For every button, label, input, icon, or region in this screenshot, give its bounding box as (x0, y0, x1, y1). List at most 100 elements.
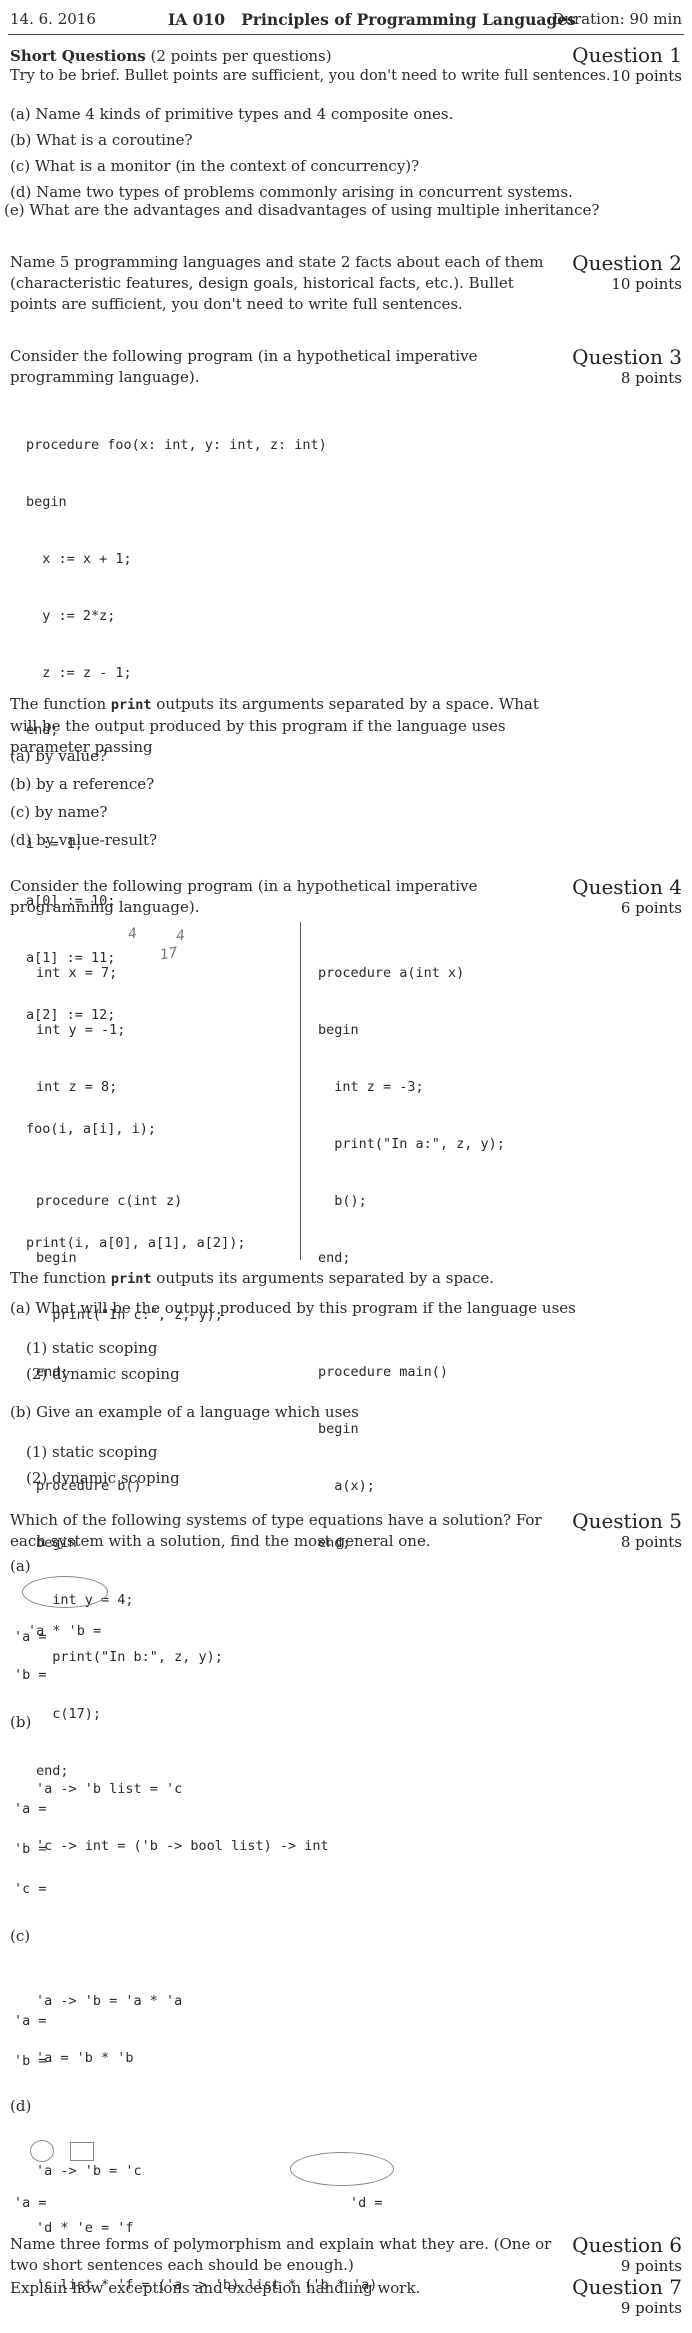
equation-line: 'a -> 'b = 'a * 'a (36, 1993, 183, 2009)
q1-title: Question 1 (572, 43, 682, 67)
q3-intro: Consider the following program (in a hyp… (10, 347, 478, 386)
code-line: procedure foo(x: int, y: int, z: int) (26, 437, 327, 453)
q4-after-post: outputs its arguments separated by a spa… (151, 1269, 495, 1287)
q5-b-equations: 'a -> 'b list = 'c 'c -> int = ('b -> bo… (36, 1742, 329, 1894)
pen-box-mark (70, 2142, 94, 2161)
pen-circle-mark (30, 2140, 54, 2162)
code-line: begin (318, 1421, 359, 1437)
q4-intro: Consider the following program (in a hyp… (10, 877, 478, 916)
q5-c-equations: 'a -> 'b = 'a * 'a 'a = 'b * 'b (36, 1954, 182, 2106)
q4-part-a-item-1: (1) static scoping (26, 1339, 158, 1357)
code-line: print("In a:", z, y); (318, 1136, 505, 1152)
q5-c-answer-b: 'b = (14, 2053, 47, 2069)
q4-heading: Question 4 6 points (572, 876, 682, 918)
q1-instructions: Try to be brief. Bullet points are suffi… (10, 68, 611, 84)
handwritten-note: 17 (158, 944, 180, 964)
q5-b-answer-b: 'b = (14, 1841, 47, 1857)
q5-a-answer-b: 'b = (14, 1667, 47, 1683)
q4-print-keyword: print (110, 1271, 152, 1287)
code-line: z := z - 1; (26, 665, 132, 681)
code-line: procedure main() (318, 1364, 449, 1380)
q6-title: Question 6 (572, 2233, 682, 2257)
code-line: x := x + 1; (26, 551, 132, 567)
q5-c-answer-a: 'a = (14, 2013, 47, 2029)
pen-circle-mark (290, 2152, 394, 2186)
q2-points: 10 points (611, 275, 682, 293)
q3-item-a: (a) by value? (10, 747, 108, 765)
code-line: y := 2*z; (26, 608, 116, 624)
q4-after-text: The function print outputs its arguments… (10, 1268, 565, 1290)
q1-section-heading: Short Questions (2 points per questions) (10, 46, 332, 66)
header-rule (8, 34, 684, 35)
q2-text: Name 5 programming languages and state 2… (10, 253, 544, 313)
q3-after-pre: The function (10, 695, 111, 713)
q5-a-label: (a) (10, 1557, 31, 1575)
exam-date: 14. 6. 2016 (10, 10, 96, 28)
q4-points: 6 points (620, 899, 682, 917)
q5-b-label: (b) (10, 1713, 32, 1731)
q5-title: Question 5 (572, 1509, 682, 1533)
code-column-divider (300, 922, 301, 1260)
q4-part-b-item-1: (1) static scoping (26, 1443, 158, 1461)
code-line: b(); (318, 1193, 367, 1209)
equation-line: 'a = 'b * 'b (36, 2050, 134, 2066)
q1-heading-rest: (2 points per questions) (145, 47, 332, 65)
q1-item-d: (d) Name two types of problems commonly … (10, 183, 573, 201)
q5-c-label: (c) (10, 1927, 31, 1945)
exam-header: 14. 6. 2016 IA 010 Principles of Program… (10, 10, 682, 32)
equation-line: 'a -> 'b list = 'c (36, 1781, 183, 1797)
handwritten-note: 4 (175, 927, 186, 945)
code-line: int y = -1; (36, 1022, 126, 1038)
code-line: begin (318, 1022, 359, 1038)
q2-heading: Question 2 10 points (572, 252, 682, 294)
q5-b-answer-a: 'a = (14, 1801, 47, 1817)
q5-a-answer-a: 'a = (14, 1629, 47, 1645)
code-line: end; (318, 1250, 351, 1266)
code-line: begin (26, 494, 67, 510)
q4-part-a: (a) What will be the output produced by … (10, 1299, 576, 1317)
q3-item-c: (c) by name? (10, 803, 108, 821)
q7-text: Explain how exceptions and exception han… (10, 2279, 421, 2297)
exam-page: 14. 6. 2016 IA 010 Principles of Program… (0, 0, 692, 2320)
q3-points: 8 points (620, 369, 682, 387)
q5-heading: Question 5 8 points (572, 1510, 682, 1552)
equation-line: 'c -> int = ('b -> bool list) -> int (36, 1838, 329, 1854)
q5-d-answer-d: 'd = (350, 2195, 383, 2211)
code-line: a(x); (318, 1478, 375, 1494)
q3-print-keyword: print (110, 697, 152, 713)
code-line: c(17); (36, 1706, 102, 1722)
q5-intro: Which of the following systems of type e… (10, 1511, 542, 1550)
q6-text: Name three forms of polymorphism and exp… (10, 2235, 552, 2274)
q5-b-answer-c: 'c = (14, 1881, 47, 1897)
code-line: int x = 7; (36, 965, 118, 981)
q1-item-b: (b) What is a coroutine? (10, 131, 193, 149)
course-title: IA 010 Principles of Programming Languag… (168, 10, 576, 29)
q6-heading: Question 6 9 points (572, 2234, 682, 2276)
q2-title: Question 2 (572, 251, 682, 275)
q4-code-right: procedure a(int x) begin int z = -3; pri… (318, 926, 505, 1591)
q7-title: Question 7 (572, 2275, 682, 2299)
q4-title: Question 4 (572, 875, 682, 899)
q3-item-b: (b) by a reference? (10, 775, 155, 793)
q3-title: Question 3 (572, 345, 682, 369)
q4-part-b-item-2: (2) dynamic scoping (26, 1469, 180, 1487)
q1-heading-bold: Short Questions (10, 47, 146, 65)
q5-points: 8 points (620, 1533, 682, 1551)
exam-duration: Duration: 90 min (552, 10, 682, 28)
q4-part-b: (b) Give an example of a language which … (10, 1403, 359, 1421)
pen-circle-mark (22, 1576, 108, 1608)
q5-d-label: (d) (10, 2097, 32, 2115)
q1-item-c: (c) What is a monitor (in the context of… (10, 157, 420, 175)
code-line: begin (36, 1250, 77, 1266)
q3-item-d: (d) by value-result? (10, 831, 158, 849)
q5-d-answer-a: 'a = (14, 2195, 47, 2211)
code-line: procedure a(int x) (318, 965, 465, 981)
q3-heading: Question 3 8 points (572, 346, 682, 388)
q4-after-pre: The function (10, 1269, 111, 1287)
q6-points: 9 points (620, 2257, 682, 2275)
code-line: int z = -3; (318, 1079, 424, 1095)
q4-part-a-item-2: (2) dynamic scoping (26, 1365, 180, 1383)
q7-points: 9 points (620, 2299, 682, 2317)
